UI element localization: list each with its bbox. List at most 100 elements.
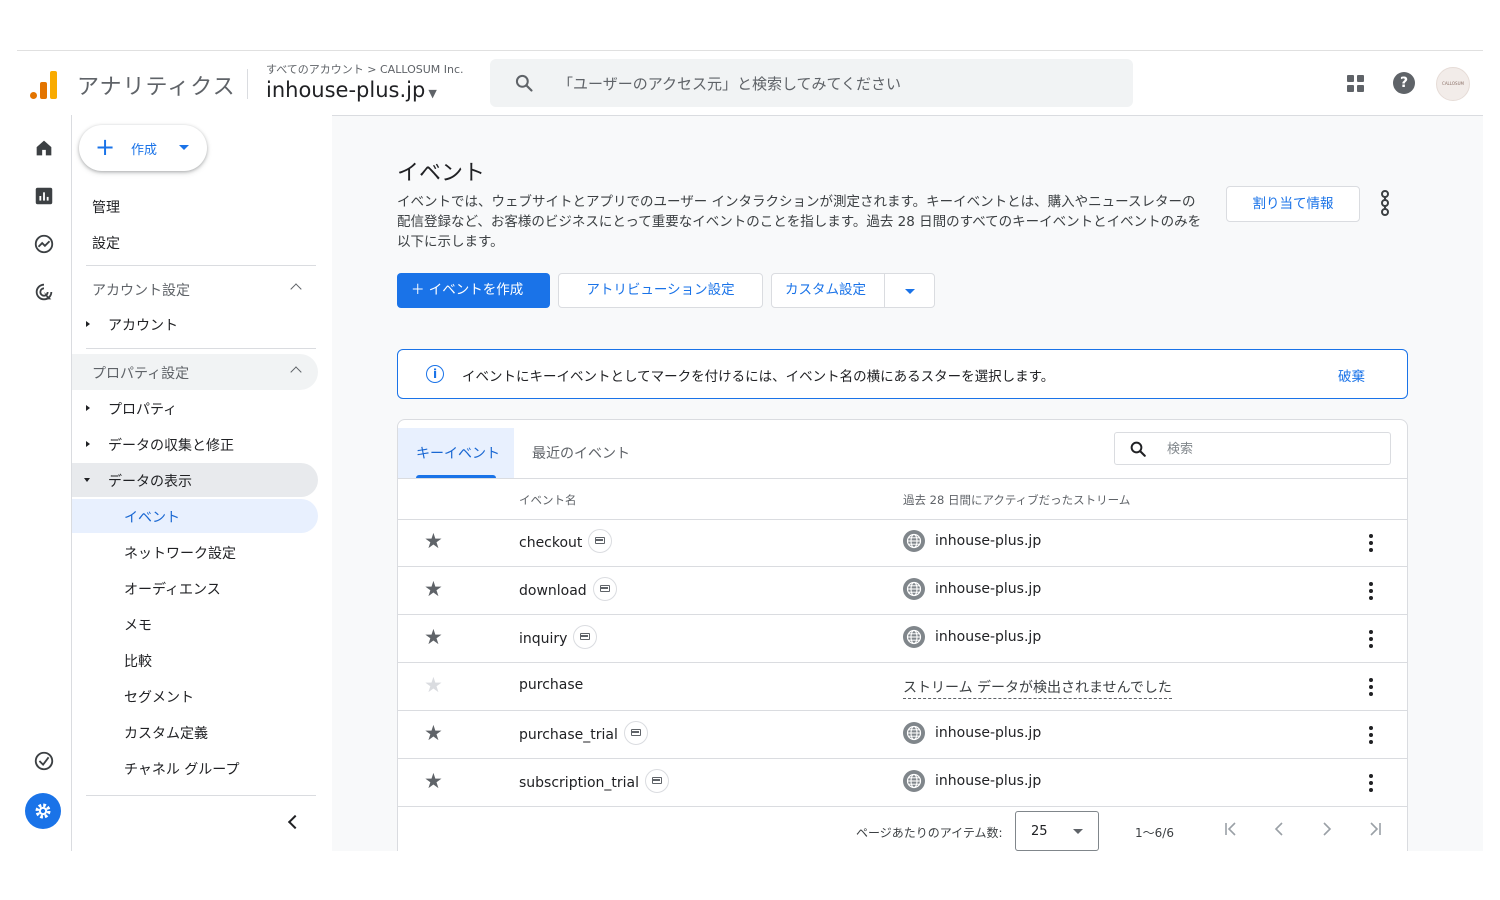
property-settings-section[interactable]: プロパティ設定 <box>72 354 318 390</box>
key-event-badge-icon <box>645 769 669 793</box>
caret-down-icon: ▼ <box>428 87 437 100</box>
stream-name: inhouse-plus.jp <box>935 533 1042 549</box>
sidebar-item-network[interactable]: ネットワーク設定 <box>72 535 318 569</box>
sidebar-item-custom-definitions[interactable]: カスタム定義 <box>72 715 318 749</box>
sidebar-item-events[interactable]: イベント <box>72 499 318 533</box>
globe-icon <box>903 626 925 648</box>
sidebar-item-audiences[interactable]: オーディエンス <box>72 571 318 605</box>
globe-icon <box>903 530 925 552</box>
global-search-input[interactable] <box>556 69 1120 99</box>
more-vert-icon[interactable] <box>1369 726 1373 744</box>
table-row[interactable]: ★ purchase ストリーム データが検出されませんでした <box>398 662 1407 711</box>
flow-icon[interactable] <box>1375 189 1395 217</box>
explore-icon[interactable] <box>33 233 55 255</box>
column-event-name[interactable]: イベント名 <box>519 492 577 508</box>
custom-settings-label[interactable]: カスタム設定 <box>785 274 866 307</box>
tab-key-events[interactable]: キーイベント <box>398 428 514 478</box>
events-table-card: キーイベント 最近のイベント イベント名 過去 28 日間にアクティブだったスト… <box>397 419 1408 851</box>
key-event-badge-icon <box>623 721 648 745</box>
star-icon[interactable]: ★ <box>424 627 443 648</box>
star-icon[interactable]: ★ <box>424 771 443 792</box>
admin-link[interactable]: 管理 <box>92 197 120 217</box>
event-name[interactable]: inquiry <box>519 625 598 649</box>
collapse-sidebar-icon[interactable] <box>287 814 303 830</box>
page-size-select[interactable]: 25 <box>1015 811 1099 851</box>
event-name[interactable]: download <box>519 577 617 601</box>
app-name: アナリティクス <box>77 75 236 100</box>
first-page-icon[interactable] <box>1223 821 1239 837</box>
admin-gear-button[interactable] <box>25 793 61 829</box>
globe-icon <box>903 578 925 600</box>
sidebar-item-property[interactable]: プロパティ <box>72 391 318 425</box>
settings-link[interactable]: 設定 <box>92 233 120 253</box>
chevron-up-icon <box>290 366 302 378</box>
sidebar-item-channel-groups[interactable]: チャネル グループ <box>72 751 318 785</box>
dropdown-arrow-icon <box>179 145 189 150</box>
create-event-button[interactable]: ＋ イベントを作成 <box>397 273 550 308</box>
more-vert-icon[interactable] <box>1369 582 1373 600</box>
event-name[interactable]: purchase <box>519 677 583 693</box>
sidebar-item-data-display[interactable]: データの表示 <box>72 463 318 497</box>
stream-name: inhouse-plus.jp <box>935 581 1042 597</box>
sidebar-item-comparisons[interactable]: 比較 <box>72 643 318 677</box>
table-header: イベント名 過去 28 日間にアクティブだったストリーム <box>398 478 1407 520</box>
divider <box>86 265 316 266</box>
account-breadcrumb[interactable]: すべてのアカウント > CALLOSUM Inc. <box>266 61 464 77</box>
home-icon[interactable] <box>33 137 55 159</box>
next-page-icon[interactable] <box>1319 821 1335 837</box>
sidebar-item-segments[interactable]: セグメント <box>72 679 318 713</box>
more-vert-icon[interactable] <box>1369 630 1373 648</box>
reports-icon[interactable] <box>33 185 55 207</box>
create-button[interactable]: + 作成 <box>79 125 207 171</box>
star-icon[interactable]: ★ <box>424 723 443 744</box>
event-name[interactable]: purchase_trial <box>519 721 648 745</box>
expand-arrow-icon <box>86 321 90 327</box>
star-icon[interactable]: ★ <box>424 675 443 696</box>
property-selector[interactable]: inhouse-plus.jp ▼ <box>266 78 437 102</box>
event-name[interactable]: checkout <box>519 529 613 553</box>
table-search[interactable] <box>1114 432 1391 465</box>
last-page-icon[interactable] <box>1367 821 1383 837</box>
sidebar-item-notes[interactable]: メモ <box>72 607 318 641</box>
more-vert-icon[interactable] <box>1369 534 1373 552</box>
column-active-streams[interactable]: 過去 28 日間にアクティブだったストリーム <box>903 492 1130 508</box>
assignment-info-button[interactable]: 割り当て情報 <box>1226 186 1360 222</box>
divider <box>86 348 316 349</box>
table-search-input[interactable] <box>1165 438 1379 460</box>
analytics-logo-icon[interactable] <box>30 69 58 99</box>
custom-settings-split-button[interactable]: カスタム設定 <box>771 273 935 308</box>
admin-gear-icon <box>35 803 51 819</box>
apps-grid-icon[interactable] <box>1347 75 1365 93</box>
global-search[interactable] <box>490 59 1133 107</box>
more-vert-icon[interactable] <box>1369 774 1373 792</box>
more-vert-icon[interactable] <box>1369 678 1373 696</box>
search-icon <box>515 74 533 92</box>
table-row[interactable]: ★ download inhouse-plus.jp <box>398 566 1407 615</box>
help-icon[interactable]: ? <box>1393 72 1415 94</box>
avatar[interactable]: CALLOSUM <box>1436 67 1470 101</box>
tab-recent-events[interactable]: 最近のイベント <box>514 428 644 478</box>
prev-page-icon[interactable] <box>1271 821 1287 837</box>
table-row[interactable]: ★ inquiry inhouse-plus.jp <box>398 614 1407 663</box>
attribution-settings-button[interactable]: アトリビューション設定 <box>558 273 763 308</box>
insights-check-icon[interactable] <box>33 750 55 772</box>
event-name[interactable]: subscription_trial <box>519 769 669 793</box>
top-bar: アナリティクス すべてのアカウント > CALLOSUM Inc. inhous… <box>17 51 1483 116</box>
star-icon[interactable]: ★ <box>424 579 443 600</box>
key-event-badge-icon <box>573 625 598 649</box>
stream-name: inhouse-plus.jp <box>935 725 1042 741</box>
dropdown-arrow-icon[interactable] <box>905 289 915 294</box>
sidebar-item-data-collection[interactable]: データの収集と修正 <box>72 427 318 461</box>
dismiss-button[interactable]: 破棄 <box>1338 365 1365 385</box>
table-row[interactable]: ★ subscription_trial inhouse-plus.jp <box>398 758 1407 807</box>
advertising-icon[interactable] <box>33 281 55 303</box>
account-settings-section[interactable]: アカウント設定 <box>72 271 318 307</box>
star-icon[interactable]: ★ <box>424 531 443 552</box>
sidebar-item-account[interactable]: アカウント <box>72 307 318 341</box>
table-row[interactable]: ★ checkout inhouse-plus.jp <box>398 518 1407 567</box>
divider <box>86 795 316 796</box>
globe-icon <box>903 770 925 792</box>
table-row[interactable]: ★ purchase_trial inhouse-plus.jp <box>398 710 1407 759</box>
admin-sidebar: + 作成 管理 設定 アカウント設定 アカウント プロパティ設定 プロパティ デ… <box>72 115 332 851</box>
no-stream-data-text[interactable]: ストリーム データが検出されませんでした <box>903 677 1172 699</box>
